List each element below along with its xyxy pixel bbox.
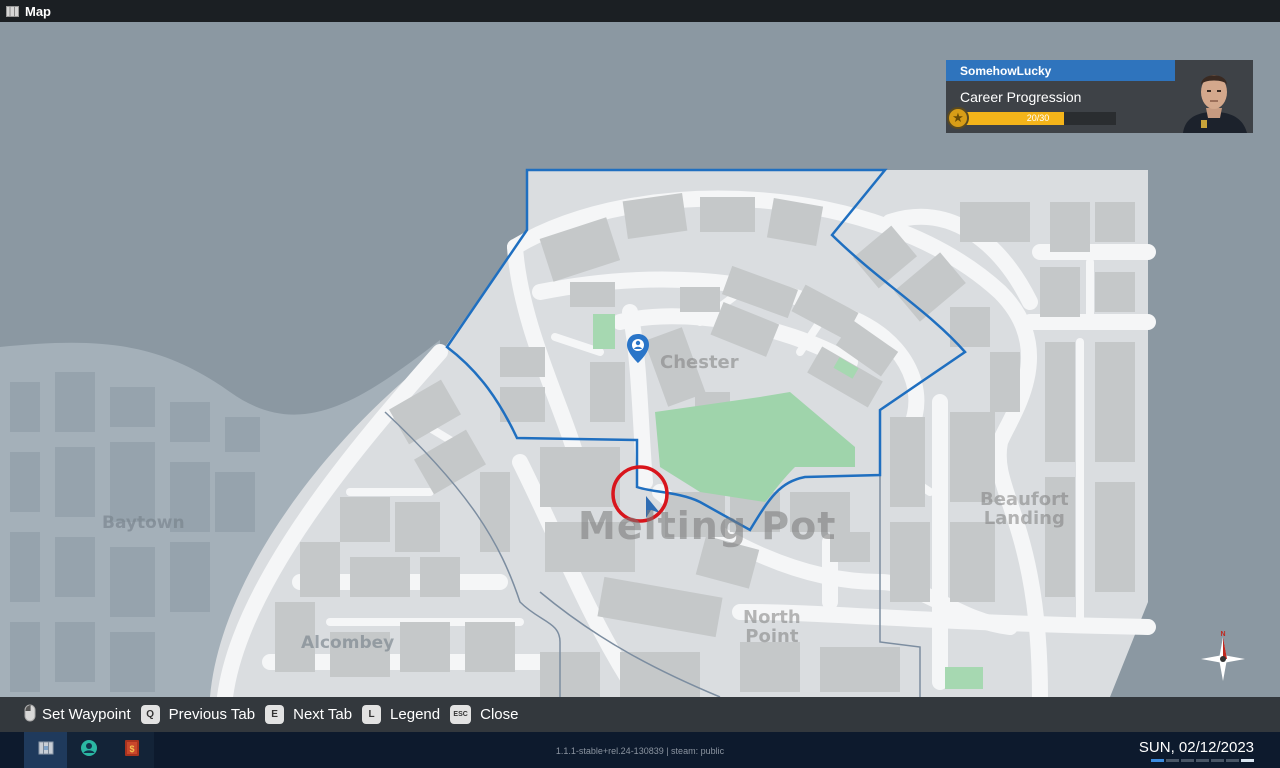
district-label: Chester — [660, 352, 739, 373]
time-segment — [1196, 759, 1209, 762]
district-label: Alcombey — [301, 633, 395, 653]
officer-avatar-icon — [1175, 60, 1253, 133]
time-segment — [1211, 759, 1224, 762]
hint-label: Set Waypoint — [42, 706, 131, 723]
career-progress-text: 20/30 — [1026, 113, 1050, 123]
district-label: North Point — [743, 607, 801, 647]
hint-label: Close — [480, 706, 519, 723]
taskbar: $ 1.1.1-stable+rel.24-130839 | steam: pu… — [0, 732, 1280, 768]
compass-north-label: N — [1220, 631, 1225, 638]
hint-legend[interactable]: L Legend — [362, 705, 440, 724]
district-label: Melting Pot — [578, 504, 837, 548]
screen: Map N Chester Melting Pot Beaufort Landi… — [0, 0, 1280, 768]
hint-label: Previous Tab — [168, 706, 256, 723]
time-segment — [1241, 759, 1254, 762]
time-segment — [1181, 759, 1194, 762]
time-segments — [1151, 759, 1254, 762]
mouse-icon — [24, 704, 36, 726]
district-label: Baytown — [102, 513, 185, 533]
time-segment — [1226, 759, 1239, 762]
control-hints-bar: Set Waypoint Q Previous Tab E Next Tab L… — [0, 697, 1280, 732]
hint-label: Legend — [390, 706, 441, 723]
career-progress-card: SomehowLucky Career Progression 20/30 ★ — [946, 60, 1253, 133]
version-text: 1.1.1-stable+rel.24-130839 | steam: publ… — [555, 746, 725, 756]
window-title: Map — [25, 3, 51, 19]
hint-close[interactable]: ESC Close — [450, 705, 518, 724]
hint-label: Next Tab — [293, 706, 353, 723]
title-bar: Map — [0, 0, 1280, 22]
hint-previous-tab[interactable]: Q Previous Tab — [140, 705, 256, 724]
hint-next-tab[interactable]: E Next Tab — [265, 705, 352, 724]
key-l: L — [362, 705, 382, 724]
district-label: Beaufort Landing — [980, 489, 1069, 529]
key-e: E — [265, 705, 285, 724]
career-progress-bar: 20/30 — [960, 112, 1116, 125]
hint-set-waypoint[interactable]: Set Waypoint — [24, 704, 131, 726]
time-segment — [1166, 759, 1179, 762]
time-segment — [1151, 759, 1164, 762]
key-esc: ESC — [450, 705, 472, 724]
star-badge-icon: ★ — [947, 107, 969, 129]
career-title: Career Progression — [960, 89, 1082, 105]
key-q: Q — [140, 705, 160, 724]
date-display: SUN, 02/12/2023 — [1138, 739, 1254, 756]
map-icon — [6, 5, 19, 18]
